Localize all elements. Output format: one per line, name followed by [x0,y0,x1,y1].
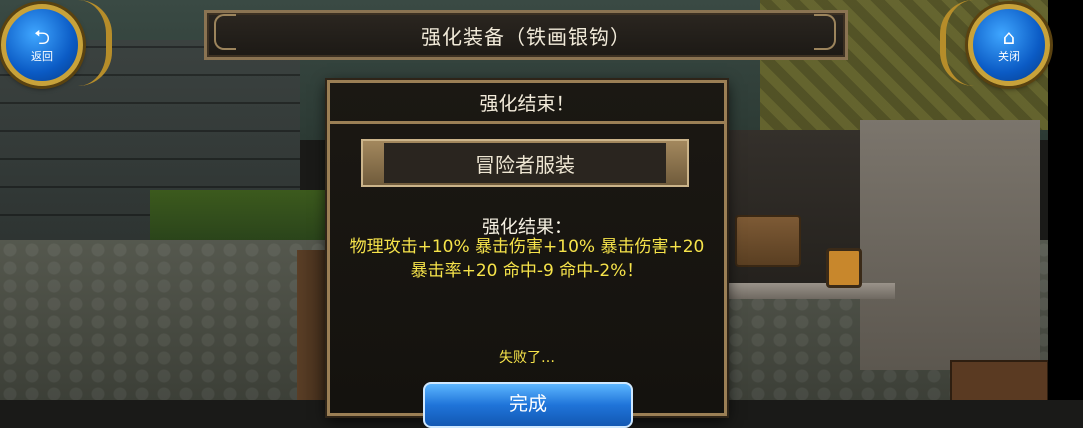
dialog-header: 强化结束！ [330,83,724,124]
screen-edge [1048,0,1083,400]
item-name: 冒险者服装 [475,152,575,177]
return-arrow-icon: ⮌ [33,24,51,49]
home-icon: ⌂ [1002,24,1016,49]
title-ornament-left [214,14,236,50]
back-button-label: 返回 [31,49,53,63]
stone-wall-right [860,120,1040,370]
item-name-frame: 冒险者服装 [361,139,689,187]
title-bar: 强化装备（铁画银钩） [204,10,848,60]
title-ornament-right [814,14,836,50]
status-text: 失败了… [499,350,555,366]
done-button[interactable]: 完成 [423,382,633,428]
done-button-label: 完成 [508,393,547,415]
lantern [826,248,862,288]
enhance-result-dialog: 强化结束！ 冒险者服装 强化结果： 物理攻击+10% 暴击伤害+10% 暴击伤害… [327,80,727,428]
result-detail: 物理攻击+10% 暴击伤害+10% 暴击伤害+20 暴击率+20 命中-9 命中… [349,237,705,281]
stone-shelf [720,283,895,299]
close-button-label: 关闭 [998,49,1020,63]
item-name-box: 冒险者服装 [384,143,666,183]
wooden-door-post [297,250,329,400]
close-button[interactable]: ⌂ 关闭 [968,4,1050,86]
dialog-title: 强化结束！ [479,92,575,115]
wooden-crate [950,360,1049,400]
treasure-chest [735,215,801,267]
back-button[interactable]: ⮌ 返回 [1,4,83,86]
page-title: 强化装备（铁画银钩） [421,24,631,49]
